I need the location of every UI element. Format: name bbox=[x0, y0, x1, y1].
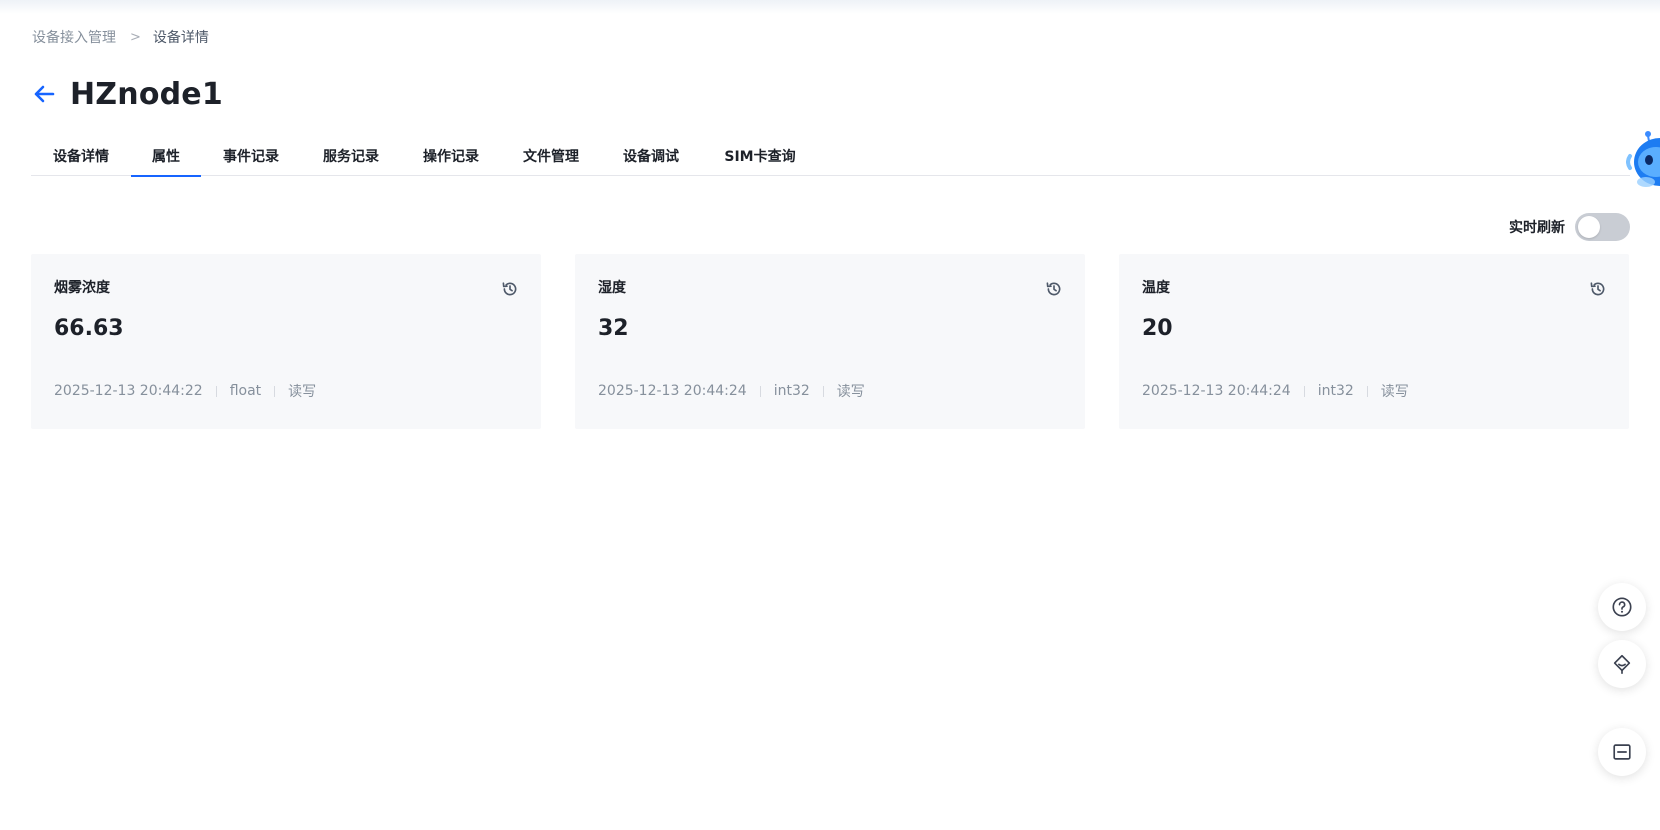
realtime-refresh-label: 实时刷新 bbox=[1509, 220, 1565, 236]
property-cards: 烟雾浓度 66.63 2025-12-13 20:44:22 float 读写 … bbox=[31, 254, 1630, 429]
tab-label: 操作记录 bbox=[423, 149, 479, 165]
tab-sim-query[interactable]: SIM卡查询 bbox=[701, 136, 819, 176]
collapse-button[interactable] bbox=[1598, 728, 1646, 776]
realtime-refresh: 实时刷新 bbox=[1509, 213, 1630, 241]
property-name: 温度 bbox=[1142, 280, 1170, 296]
property-card: 湿度 32 2025-12-13 20:44:24 int32 读写 bbox=[575, 254, 1085, 429]
tab-label: SIM卡查询 bbox=[724, 149, 796, 165]
arrow-left-icon[interactable] bbox=[32, 82, 56, 106]
property-access: 读写 bbox=[288, 384, 317, 400]
tab-service-records[interactable]: 服务记录 bbox=[301, 136, 401, 176]
tab-event-records[interactable]: 事件记录 bbox=[201, 136, 301, 176]
meta-divider bbox=[215, 385, 217, 397]
property-timestamp: 2025-12-13 20:44:24 bbox=[598, 383, 747, 399]
tab-file-management[interactable]: 文件管理 bbox=[501, 136, 601, 176]
minus-square-icon bbox=[1613, 744, 1631, 760]
property-meta: 2025-12-13 20:44:22 float 读写 bbox=[54, 381, 316, 401]
property-access: 读写 bbox=[1380, 384, 1409, 400]
question-circle-icon bbox=[1612, 597, 1632, 617]
meta-divider bbox=[1303, 385, 1305, 397]
property-timestamp: 2025-12-13 20:44:22 bbox=[54, 383, 203, 399]
customer-service-button[interactable] bbox=[1598, 640, 1646, 688]
help-button[interactable] bbox=[1598, 583, 1646, 631]
tab-label: 事件记录 bbox=[223, 149, 279, 165]
top-shadow bbox=[0, 0, 1660, 14]
property-meta: 2025-12-13 20:44:24 int32 读写 bbox=[1142, 381, 1409, 401]
property-card: 烟雾浓度 66.63 2025-12-13 20:44:22 float 读写 bbox=[31, 254, 541, 429]
breadcrumb: 设备接入管理 > 设备详情 bbox=[32, 28, 209, 48]
tab-label: 文件管理 bbox=[523, 149, 579, 165]
tab-bar: 设备详情 属性 事件记录 服务记录 操作记录 文件管理 设备调试 SIM卡查询 bbox=[31, 136, 1630, 177]
robot-assistant-icon[interactable] bbox=[1626, 124, 1660, 190]
property-card: 温度 20 2025-12-13 20:44:24 int32 读写 bbox=[1119, 254, 1629, 429]
property-type: int32 bbox=[773, 383, 810, 399]
breadcrumb-current: 设备详情 bbox=[152, 30, 209, 46]
breadcrumb-separator: > bbox=[130, 30, 141, 45]
history-icon[interactable] bbox=[501, 280, 519, 298]
tab-properties[interactable]: 属性 bbox=[131, 136, 201, 177]
meta-divider bbox=[274, 385, 276, 397]
property-type: float bbox=[229, 383, 262, 399]
history-icon[interactable] bbox=[1589, 280, 1607, 298]
breadcrumb-parent[interactable]: 设备接入管理 bbox=[32, 28, 116, 48]
meta-divider bbox=[822, 385, 824, 397]
page-title: HZnode1 bbox=[70, 76, 223, 112]
title-row: HZnode1 bbox=[32, 74, 223, 114]
property-name: 湿度 bbox=[598, 280, 626, 296]
tab-device-debug[interactable]: 设备调试 bbox=[601, 136, 701, 176]
tab-label: 设备调试 bbox=[623, 149, 679, 165]
property-value: 20 bbox=[1142, 316, 1173, 341]
property-timestamp: 2025-12-13 20:44:24 bbox=[1142, 383, 1291, 399]
tab-label: 服务记录 bbox=[323, 149, 379, 165]
property-name: 烟雾浓度 bbox=[54, 280, 110, 296]
property-type: int32 bbox=[1317, 383, 1354, 399]
realtime-refresh-toggle[interactable] bbox=[1575, 213, 1630, 241]
tab-operation-records[interactable]: 操作记录 bbox=[401, 136, 501, 176]
property-value: 32 bbox=[598, 316, 629, 341]
property-value: 66.63 bbox=[54, 316, 124, 341]
property-access: 读写 bbox=[836, 384, 865, 400]
tab-label: 属性 bbox=[152, 149, 180, 165]
meta-divider bbox=[1366, 385, 1368, 397]
tab-device-details[interactable]: 设备详情 bbox=[31, 136, 131, 176]
meta-divider bbox=[759, 385, 761, 397]
customer-service-icon bbox=[1613, 654, 1631, 674]
toggle-knob bbox=[1578, 216, 1600, 238]
tab-label: 设备详情 bbox=[53, 149, 109, 165]
property-meta: 2025-12-13 20:44:24 int32 读写 bbox=[598, 381, 865, 401]
history-icon[interactable] bbox=[1045, 280, 1063, 298]
